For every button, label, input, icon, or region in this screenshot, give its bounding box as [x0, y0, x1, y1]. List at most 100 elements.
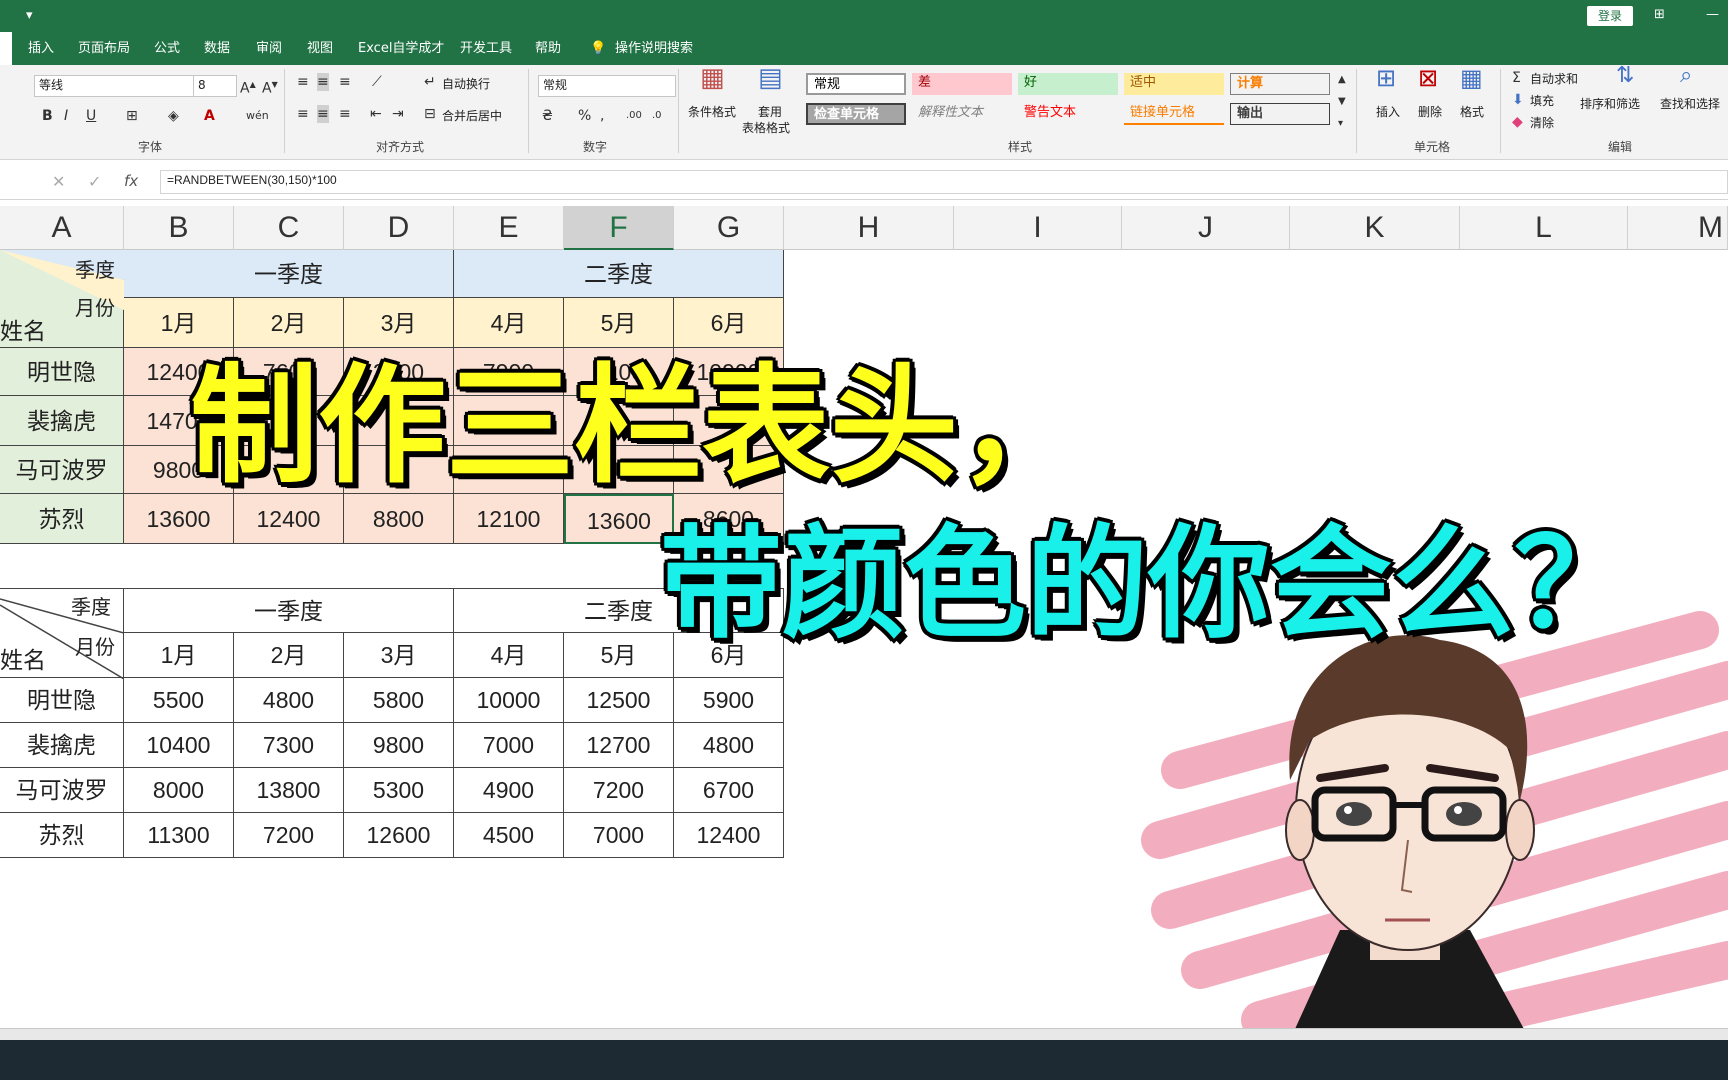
increase-indent-icon[interactable]: ⇥	[392, 105, 404, 123]
wrap-text-button[interactable]: 自动换行	[442, 75, 490, 93]
align-middle-icon[interactable]: ≡	[317, 73, 329, 91]
table2-cell[interactable]: 7300	[234, 723, 344, 768]
format-cells-icon[interactable]: ▦	[1460, 66, 1483, 90]
decrease-decimal-icon[interactable]: .0	[652, 107, 662, 125]
table2-diagonal-header[interactable]: 季度 月份 姓名	[0, 588, 124, 679]
autosum-button[interactable]: 自动求和	[1530, 70, 1578, 88]
style-normal[interactable]: 常规	[806, 73, 906, 95]
table2-row-name[interactable]: 苏烈	[0, 813, 124, 858]
merge-center-button[interactable]: 合并后居中	[442, 107, 502, 125]
formula-input[interactable]: =RANDBETWEEN(30,150)*100	[160, 170, 1728, 194]
table1-month[interactable]: 2月	[234, 298, 344, 348]
column-header-d[interactable]: D	[344, 206, 454, 250]
table2-month[interactable]: 4月	[454, 633, 564, 678]
styles-more-icon[interactable]: ▾	[1338, 115, 1343, 133]
decrease-font-icon[interactable]: A▼	[262, 76, 278, 98]
table1-q1-header[interactable]: 一季度	[124, 250, 454, 298]
decrease-indent-icon[interactable]: ⇤	[370, 105, 382, 123]
table2-cell[interactable]: 7200	[234, 813, 344, 858]
column-header-a[interactable]: A	[0, 206, 124, 250]
increase-font-icon[interactable]: A▲	[240, 76, 256, 98]
minimize-icon[interactable]: —	[1706, 5, 1719, 25]
table2-cell[interactable]: 9800	[344, 723, 454, 768]
fill-button[interactable]: 填充	[1530, 92, 1554, 110]
tell-me-search[interactable]: 操作说明搜索	[615, 32, 693, 65]
italic-icon[interactable]: I	[64, 107, 68, 125]
table2-cell[interactable]: 7200	[564, 768, 674, 813]
find-select-button[interactable]: 查找和选择	[1660, 95, 1720, 113]
table2-cell[interactable]: 4900	[454, 768, 564, 813]
wrap-text-icon[interactable]: ↵	[424, 73, 436, 91]
table2-month[interactable]: 3月	[344, 633, 454, 678]
column-header-c[interactable]: C	[234, 206, 344, 250]
border-icon[interactable]: ⊞	[126, 107, 138, 125]
style-bad[interactable]: 差	[912, 73, 1012, 95]
percent-icon[interactable]: %	[578, 107, 591, 125]
ribbon-display-icon[interactable]: ⊞	[1654, 5, 1665, 25]
fill-icon[interactable]: ⬇	[1512, 91, 1524, 109]
table2-row-name[interactable]: 裴擒虎	[0, 723, 124, 768]
table2-cell[interactable]: 4500	[454, 813, 564, 858]
tab-page-layout[interactable]: 页面布局	[78, 32, 130, 65]
style-check[interactable]: 检查单元格	[806, 103, 906, 125]
column-header-b[interactable]: B	[124, 206, 234, 250]
table2-cell[interactable]: 4800	[234, 678, 344, 723]
align-left-icon[interactable]: ≡	[297, 105, 309, 123]
table2-cell[interactable]: 12500	[564, 678, 674, 723]
conditional-format-icon[interactable]: ▦	[700, 65, 725, 91]
align-center-icon[interactable]: ≡	[317, 105, 329, 123]
table2-cell[interactable]: 12700	[564, 723, 674, 768]
font-name-select[interactable]: 等线	[34, 75, 196, 97]
format-cells-button[interactable]: 格式	[1460, 103, 1484, 121]
font-color-icon[interactable]: A	[204, 107, 215, 125]
table1-month[interactable]: 1月	[124, 298, 234, 348]
underline-icon[interactable]: U	[86, 107, 96, 125]
column-header-e[interactable]: E	[454, 206, 564, 250]
table2-cell[interactable]: 10000	[454, 678, 564, 723]
table1-row-name[interactable]: 苏烈	[0, 494, 124, 544]
style-neutral[interactable]: 适中	[1124, 73, 1224, 95]
phonetic-icon[interactable]: wén	[246, 107, 269, 125]
increase-decimal-icon[interactable]: .00	[626, 107, 642, 125]
quick-access-dropdown-icon[interactable]: ▾	[26, 6, 33, 26]
sort-filter-icon[interactable]: ⇅	[1616, 65, 1634, 87]
number-format-select[interactable]: 常规	[538, 75, 676, 97]
table2-cell[interactable]: 6700	[674, 768, 784, 813]
table-format-button-2[interactable]: 表格格式	[742, 119, 790, 137]
table2-cell[interactable]: 5300	[344, 768, 454, 813]
delete-cells-icon[interactable]: ⊠	[1418, 66, 1438, 90]
delete-cells-button[interactable]: 删除	[1418, 103, 1442, 121]
styles-scroll-up-icon[interactable]: ▲	[1338, 71, 1346, 89]
table2-month[interactable]: 1月	[124, 633, 234, 678]
conditional-format-button[interactable]: 条件格式	[688, 103, 736, 121]
table2-cell[interactable]: 5900	[674, 678, 784, 723]
insert-cells-icon[interactable]: ⊞	[1376, 66, 1396, 90]
tab-help[interactable]: 帮助	[535, 32, 561, 65]
column-header-l[interactable]: L	[1460, 206, 1628, 250]
table1-q2-header[interactable]: 二季度	[454, 250, 784, 298]
column-header-m[interactable]: M	[1628, 206, 1728, 250]
fill-color-icon[interactable]: ◈	[168, 107, 179, 125]
align-bottom-icon[interactable]: ≡	[339, 73, 351, 91]
table1-row-name[interactable]: 明世隐	[0, 348, 124, 396]
insert-cells-button[interactable]: 插入	[1376, 103, 1400, 121]
table2-cell[interactable]: 12400	[674, 813, 784, 858]
table2-cell[interactable]: 7000	[564, 813, 674, 858]
style-link[interactable]: 链接单元格	[1124, 103, 1224, 125]
table1-month[interactable]: 6月	[674, 298, 784, 348]
tab-formulas[interactable]: 公式	[154, 32, 180, 65]
tab-review[interactable]: 审阅	[256, 32, 282, 65]
style-output[interactable]: 输出	[1230, 103, 1330, 125]
cancel-icon[interactable]: ✕	[52, 172, 65, 191]
tab-developer[interactable]: 开发工具	[460, 32, 512, 65]
tab-view[interactable]: 视图	[307, 32, 333, 65]
column-header-h[interactable]: H	[784, 206, 954, 250]
table2-cell[interactable]: 10400	[124, 723, 234, 768]
tab-file[interactable]	[0, 32, 12, 65]
style-calc[interactable]: 计算	[1230, 73, 1330, 95]
sort-filter-button[interactable]: 排序和筛选	[1580, 95, 1640, 113]
column-header-g[interactable]: G	[674, 206, 784, 250]
table-format-icon[interactable]: ▤	[758, 65, 783, 91]
table2-month[interactable]: 2月	[234, 633, 344, 678]
table1-row-name[interactable]: 马可波罗	[0, 446, 124, 494]
